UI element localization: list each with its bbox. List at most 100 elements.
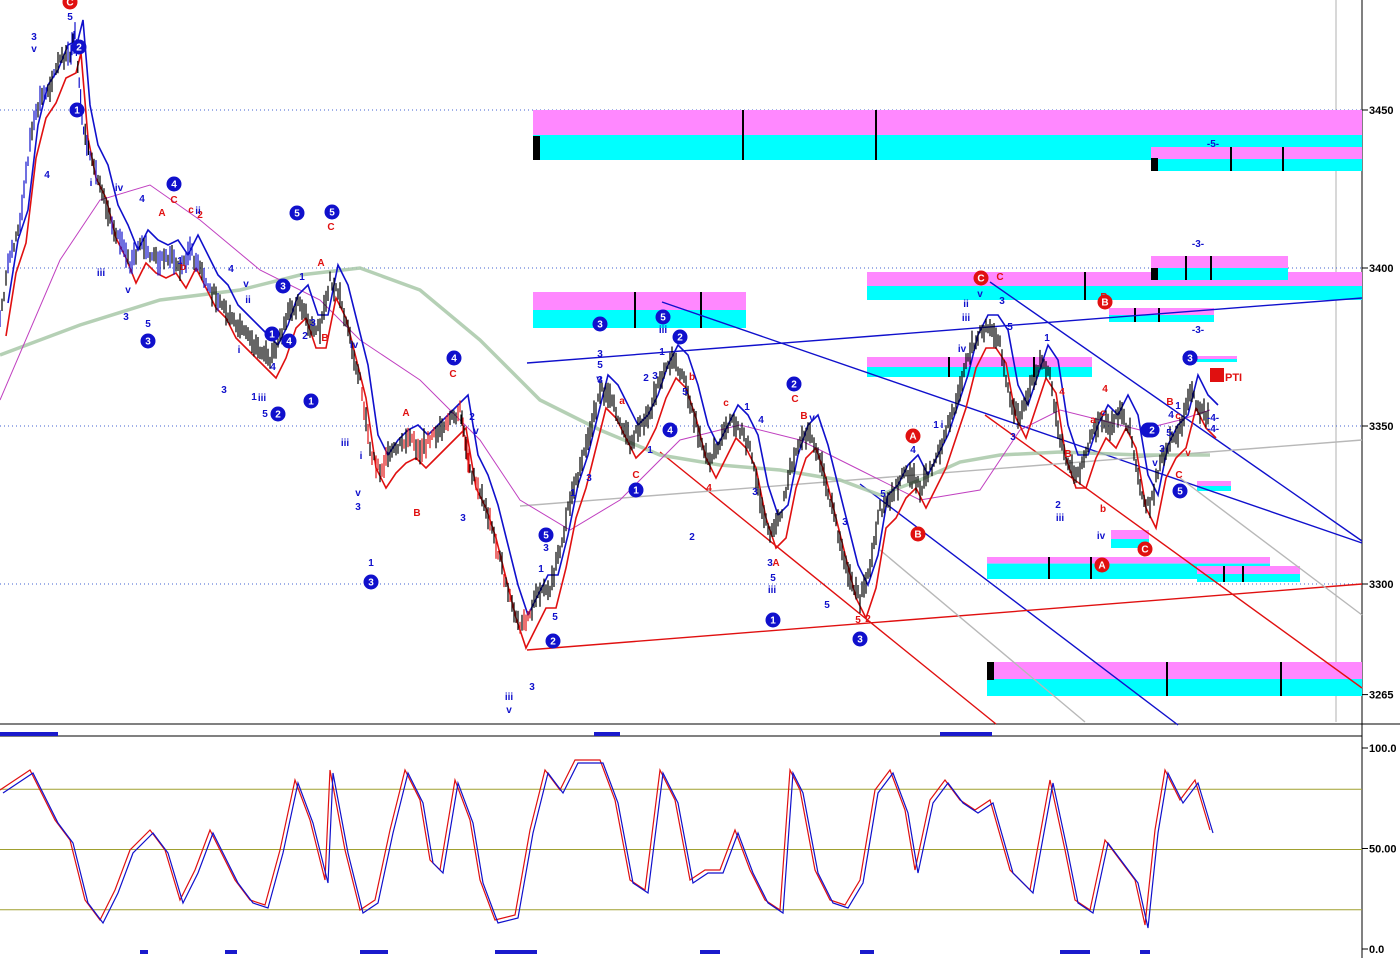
wave-label-blue: 2 (1055, 500, 1061, 511)
wave-label-blue: iii (97, 268, 106, 279)
wave-label-blue: v (243, 279, 249, 290)
wave-label-red: B (1064, 449, 1071, 460)
wave-label-blue: iii (505, 692, 514, 703)
wave-label-blue: 4 (44, 170, 50, 181)
wave-label-blue: iv (350, 340, 359, 351)
wave-label-blue: 3 (752, 487, 758, 498)
wave-label-blue: v (506, 705, 512, 716)
price-axis-label: 3400 (1369, 263, 1393, 275)
wave-label-red: A (317, 258, 324, 269)
wave-label-blue: 1 (1175, 401, 1181, 412)
wave-label-blue: iv (958, 344, 967, 355)
wave-label-red: A (402, 408, 409, 419)
wave-label-blue: v (809, 413, 815, 424)
elliott-wave-chart: CACbc2ABCABCaCb4cCAB52CBBacb44BcCv3v54ii… (0, 0, 1400, 958)
oscillator-marker (1060, 950, 1090, 954)
wave-label-blue: 3 (1159, 444, 1165, 455)
wave-label-blue: 1 (368, 558, 374, 569)
scroll-marker (0, 732, 58, 736)
band-label: -4- (1207, 424, 1219, 435)
circled-wave-label-blue: 2 (76, 43, 82, 54)
wave-label-blue: 3 (999, 296, 1005, 307)
wave-label-blue: v (31, 44, 37, 55)
zone-start-block (1151, 158, 1158, 171)
wave-label-blue: 3 (355, 502, 361, 513)
wave-label-blue: ii (195, 206, 201, 217)
osc-axis-label: 0.0 (1369, 944, 1384, 956)
wave-label-blue: iii (258, 393, 267, 404)
target-zone-upper (1111, 530, 1149, 539)
wave-label-blue: 5 (67, 12, 73, 23)
circled-wave-label-blue: 3 (857, 635, 863, 646)
target-zone-upper (1151, 147, 1362, 159)
chart-svg: CACbc2ABCABCaCb4cCAB52CBBacb44BcCv3v54ii… (0, 0, 1400, 958)
wave-label-blue: 4 (1168, 410, 1174, 421)
circled-wave-label-blue: 3 (597, 320, 603, 331)
wave-label-blue: 1 (299, 272, 305, 283)
zone-start-block (533, 136, 540, 160)
wave-label-blue: i (90, 178, 93, 189)
circled-wave-label-blue: 1 (633, 486, 639, 497)
target-zone-upper (1197, 481, 1231, 486)
pti-label: PTI (1225, 372, 1242, 384)
wave-label-blue: 1 (538, 564, 544, 575)
wave-label-red: c (188, 205, 194, 216)
wave-label-blue: 2 (689, 532, 695, 543)
wave-label-blue: 4 (228, 264, 234, 275)
wave-label-blue: v (977, 289, 983, 300)
wave-label-blue: 1 (570, 488, 576, 499)
circled-wave-label-blue: 1 (269, 330, 275, 341)
target-zone-upper (987, 662, 1362, 679)
wave-label-blue: iii (1056, 513, 1065, 524)
target-zone-lower (533, 310, 746, 328)
wave-label-blue: 3 (310, 318, 316, 329)
circled-wave-label-blue: 1 (770, 616, 776, 627)
wave-label-blue: 3 (460, 513, 466, 524)
circled-wave-label-blue: 5 (329, 208, 335, 219)
wave-label-blue: iii (341, 438, 350, 449)
wave-label-blue: 3 (597, 349, 603, 360)
circled-wave-label-red: A (909, 432, 916, 443)
wave-label-red: C (1175, 470, 1182, 481)
wave-label-blue: iii (768, 585, 777, 596)
target-zone-lower (1197, 574, 1300, 582)
band-label: -3- (1192, 239, 1204, 250)
circled-wave-label-red: C (66, 0, 73, 9)
zone-start-block (987, 662, 994, 680)
wave-label-blue: 5 (880, 489, 886, 500)
wave-label-blue: i (941, 420, 944, 431)
circled-wave-label-blue: 2 (791, 380, 797, 391)
wave-label-blue: 3 (652, 371, 658, 382)
wave-label-blue: 3 (543, 543, 549, 554)
wave-label-blue: 1 (933, 420, 939, 431)
wave-label-red: B (1166, 397, 1173, 408)
pti-marker (1210, 368, 1224, 382)
zone-start-block (1151, 268, 1158, 280)
band-label: -3- (1192, 325, 1204, 336)
wave-label-blue: iii (659, 325, 668, 336)
wave-label-red: a (619, 396, 625, 407)
wave-label-blue: 5 (1166, 428, 1172, 439)
wave-label-blue: v (125, 285, 131, 296)
circled-wave-label-blue: 3 (145, 337, 151, 348)
circled-wave-label-blue: 3 (1187, 354, 1193, 365)
wave-label-red: B (413, 508, 420, 519)
target-zone-lower (1151, 159, 1362, 171)
osc-axis-label: 100.0 (1369, 743, 1397, 755)
wave-label-blue: 3 (1010, 432, 1016, 443)
wave-label-red: C (791, 394, 798, 405)
band-label: -5- (1207, 139, 1219, 150)
wave-label-blue: 3 (529, 682, 535, 693)
wave-label-blue: 4 (270, 362, 276, 373)
wave-label-red: A (772, 558, 779, 569)
wave-label-red: a (1090, 415, 1096, 426)
wave-label-blue: 1 (1044, 333, 1050, 344)
circled-wave-label-blue: 1 (74, 106, 80, 117)
target-zone-lower (1151, 268, 1288, 280)
wave-label-red: 4 (706, 483, 712, 494)
wave-label-blue: iv (1097, 531, 1106, 542)
wave-label-blue: iv (115, 183, 124, 194)
circled-wave-label-blue: 4 (451, 354, 457, 365)
wave-label-blue: i (238, 345, 241, 356)
circled-wave-label-blue: 5 (660, 313, 666, 324)
